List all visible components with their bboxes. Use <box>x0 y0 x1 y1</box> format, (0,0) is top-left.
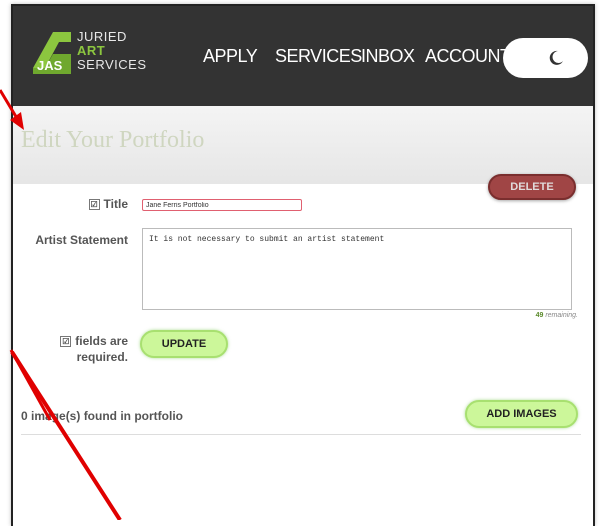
artist-statement-label: Artist Statement <box>35 233 128 247</box>
required-note-line1: fields are <box>75 334 128 348</box>
required-checkbox-icon: ☑ <box>88 199 100 211</box>
logo-mark-text: JAS <box>37 58 63 73</box>
site-header: JAS JURIED ART SERVICES APPLY SERVICES I… <box>13 6 593 106</box>
add-images-button[interactable]: ADD IMAGES <box>465 400 578 428</box>
required-checkbox-icon: ☑ <box>60 336 72 348</box>
required-note-line2: required. <box>76 350 128 364</box>
title-input[interactable] <box>142 199 302 211</box>
images-found-text: 0 image(s) found in portfolio <box>21 409 183 423</box>
theme-toggle[interactable] <box>503 38 588 78</box>
required-note: ☑ fields are required. <box>53 333 128 365</box>
remaining-text: remaining. <box>545 312 578 319</box>
browser-viewport: JAS JURIED ART SERVICES APPLY SERVICES I… <box>11 4 595 526</box>
logo-mark-icon: JAS <box>33 32 71 74</box>
site-logo[interactable]: JAS JURIED ART SERVICES <box>31 26 161 86</box>
remaining-counter: 49 remaining. <box>443 312 578 319</box>
update-button[interactable]: UPDATE <box>140 330 228 358</box>
artist-statement-textarea[interactable]: It is not necessary to submit an artist … <box>142 228 572 310</box>
logo-line-art: ART <box>77 43 106 58</box>
logo-line-services: SERVICES <box>77 57 147 72</box>
section-divider <box>21 434 581 435</box>
nav-inbox[interactable]: INBOX <box>361 46 415 67</box>
nav-apply[interactable]: APPLY <box>203 46 258 67</box>
delete-button[interactable]: DELETE <box>488 174 576 200</box>
logo-line-juried: JURIED <box>77 29 127 44</box>
page-title: Edit Your Portfolio <box>21 127 205 153</box>
remaining-count: 49 <box>535 312 544 319</box>
logo-text: JURIED ART SERVICES <box>77 30 147 72</box>
nav-services[interactable]: SERVICES <box>275 46 362 67</box>
moon-icon <box>549 50 563 65</box>
title-label-row: ☑ Title <box>73 197 128 211</box>
nav-account[interactable]: ACCOUNT <box>425 46 511 67</box>
title-label: Title <box>103 197 128 211</box>
